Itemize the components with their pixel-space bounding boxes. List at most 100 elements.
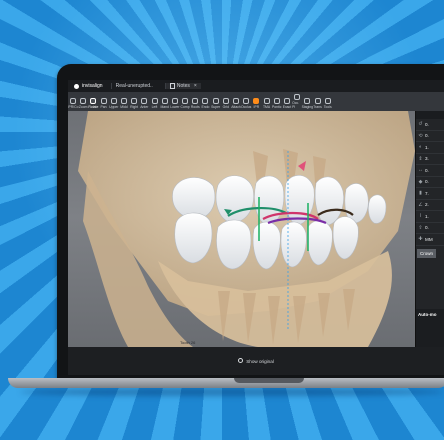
toolbar-item-label: Pan — [100, 105, 107, 109]
toolbar-item-occlus[interactable]: Occlus — [241, 98, 251, 111]
toolbar-item-label: Mand — [160, 105, 169, 109]
ipr-tool-icon — [253, 98, 260, 104]
toolbar-item-anter[interactable]: Anter — [139, 98, 149, 111]
movement-row[interactable]: ⇧ 0. — [416, 223, 444, 234]
toolbar-item-endo[interactable]: Endo — [200, 98, 210, 111]
toolbar-item-left[interactable]: Left — [150, 98, 160, 111]
movement-value: 1. — [425, 144, 429, 150]
toolbar-item-label: TMA — [262, 105, 271, 109]
main-toolbar: IPR/Co Zoom Rotate Pan Upper Midd Right Anter Le… — [68, 92, 444, 112]
movement-row[interactable]: ⌇ 1. — [416, 211, 444, 223]
translation-icon: ↔ — [418, 167, 423, 174]
tip-icon: ⟲ — [418, 132, 423, 139]
toolbar-item-rotate[interactable]: Rotate — [88, 98, 98, 111]
toolbar-item-label: Lower — [170, 105, 180, 109]
toolbar-item-tma[interactable]: TMA — [262, 98, 272, 111]
viewport-corner-label: Tooth 26 — [180, 340, 196, 345]
title-bar: invisalign Real-unerupted.. Notes × — [68, 80, 444, 92]
toolbar-item-upper[interactable]: Upper — [109, 98, 119, 111]
toolbar-item-trans[interactable]: Trans — [313, 98, 323, 111]
left-view-icon — [151, 98, 158, 104]
units-row[interactable]: ✚ MM — [416, 234, 444, 246]
movement-row[interactable]: ⇕ 3. — [416, 154, 444, 165]
occlusion-icon — [243, 98, 250, 104]
toolbar-item-label: Grid — [222, 105, 230, 109]
toolbar-item-super[interactable]: Super — [211, 98, 221, 111]
tools-icon — [324, 98, 331, 104]
extrusion-icon: ⇕ — [418, 155, 423, 162]
movement-value: 0. — [425, 167, 429, 173]
pontic-icon — [273, 98, 280, 104]
toolbar-item-pontic[interactable]: Pontic — [272, 98, 282, 111]
toolbar-item-label: Staging — [301, 105, 314, 109]
movement-value: 0. — [425, 121, 429, 127]
mode-buttons: Crown — [416, 246, 444, 261]
zoom-icon — [80, 98, 87, 104]
buccal-icon: ▮ — [419, 190, 422, 197]
toolbar-item-label: Midd — [120, 105, 128, 109]
grid-icon — [222, 98, 229, 104]
right-view-icon — [131, 98, 138, 104]
movement-row[interactable]: ⟲ 0. — [416, 131, 444, 142]
panel-header — [416, 111, 444, 119]
toolbar-item-label: Rotate — [88, 105, 99, 109]
angle-icon: ∠ — [418, 201, 423, 208]
toolbar-item-label: Pontic — [272, 105, 282, 109]
toolbar-item-roots[interactable]: Roots — [190, 98, 200, 111]
rotate-icon — [90, 98, 97, 104]
movement-value: 0. — [425, 179, 429, 185]
toolbar-item-comp[interactable]: Comp — [180, 98, 190, 111]
pan-icon — [100, 98, 107, 104]
movement-row[interactable]: ∠ 2. — [416, 200, 444, 211]
toolbar-item-exact[interactable]: Exact — [282, 98, 292, 111]
auto-mode-label[interactable]: Auto-mo — [416, 309, 444, 320]
tab-case[interactable]: Real-unerupted.. — [110, 83, 157, 89]
toolbar-item-label: IPR — [253, 105, 260, 109]
ipr-icon — [70, 98, 76, 104]
logo-icon — [74, 83, 79, 89]
mandible-icon — [161, 98, 168, 104]
mesial-icon: ◆ — [418, 178, 423, 185]
toolbar-item-label: Trans — [313, 105, 322, 109]
staging-icon — [304, 98, 311, 104]
units-icon: ✚ — [418, 236, 423, 243]
toolbar-item-label: Right — [130, 105, 139, 109]
toolbar-item-ipr[interactable]: IPR — [251, 98, 261, 111]
toolbar-item-right[interactable]: Right — [129, 98, 139, 111]
movement-row[interactable]: ◐ 1. — [416, 142, 444, 154]
toolbar-item-label: Left — [151, 105, 158, 109]
movement-row[interactable]: ↺ 0. — [416, 119, 444, 131]
toolbar-item-grid[interactable]: Grid — [221, 98, 231, 111]
toolbar-item-zoom[interactable]: Zoom — [78, 98, 88, 111]
toolbar-item-mand[interactable]: Mand — [160, 98, 170, 111]
3d-viewport[interactable]: Tooth 26 — [68, 111, 415, 347]
toolbar-item-staging[interactable]: Staging — [301, 98, 314, 111]
toolbar-item-label: Anter — [140, 105, 149, 109]
toolbar-item-pan[interactable]: Pan — [99, 98, 109, 111]
toolbar-item-label: Endo — [201, 105, 210, 109]
toolbar-item-tools[interactable]: Tools — [323, 98, 333, 111]
movement-row[interactable]: ↔ 0. — [416, 165, 444, 177]
toolbar-item-label: IPR/Co — [68, 105, 79, 109]
compare-icon — [182, 98, 189, 104]
anterior-icon — [141, 98, 148, 104]
movement-value: 2. — [425, 202, 429, 208]
toolbar-item-attach[interactable]: Attach — [231, 98, 241, 111]
torque-icon: ◐ — [418, 144, 423, 151]
toolbar-item-midd[interactable]: Midd — [119, 98, 129, 111]
toolbar-item-lower[interactable]: Lower — [170, 98, 180, 111]
status-bar: Show original — [68, 347, 444, 375]
movement-row[interactable]: ◆ 0. — [416, 177, 444, 188]
toolbar-item-ipr-co[interactable]: IPR/Co — [68, 98, 78, 111]
tab-notes[interactable]: Notes × — [164, 83, 201, 89]
tma-icon — [263, 98, 270, 104]
close-icon[interactable]: × — [194, 83, 197, 89]
crown-button[interactable]: Crown — [417, 248, 437, 258]
occlusal-plane-icon — [294, 94, 301, 100]
movement-row[interactable]: ▮ 7. — [416, 188, 444, 200]
app-logo: invisalign — [74, 83, 103, 89]
show-original-button[interactable]: Show original — [238, 358, 274, 364]
laptop-base — [8, 378, 444, 388]
movement-value: 0. — [425, 225, 429, 231]
show-original-icon — [238, 358, 244, 363]
